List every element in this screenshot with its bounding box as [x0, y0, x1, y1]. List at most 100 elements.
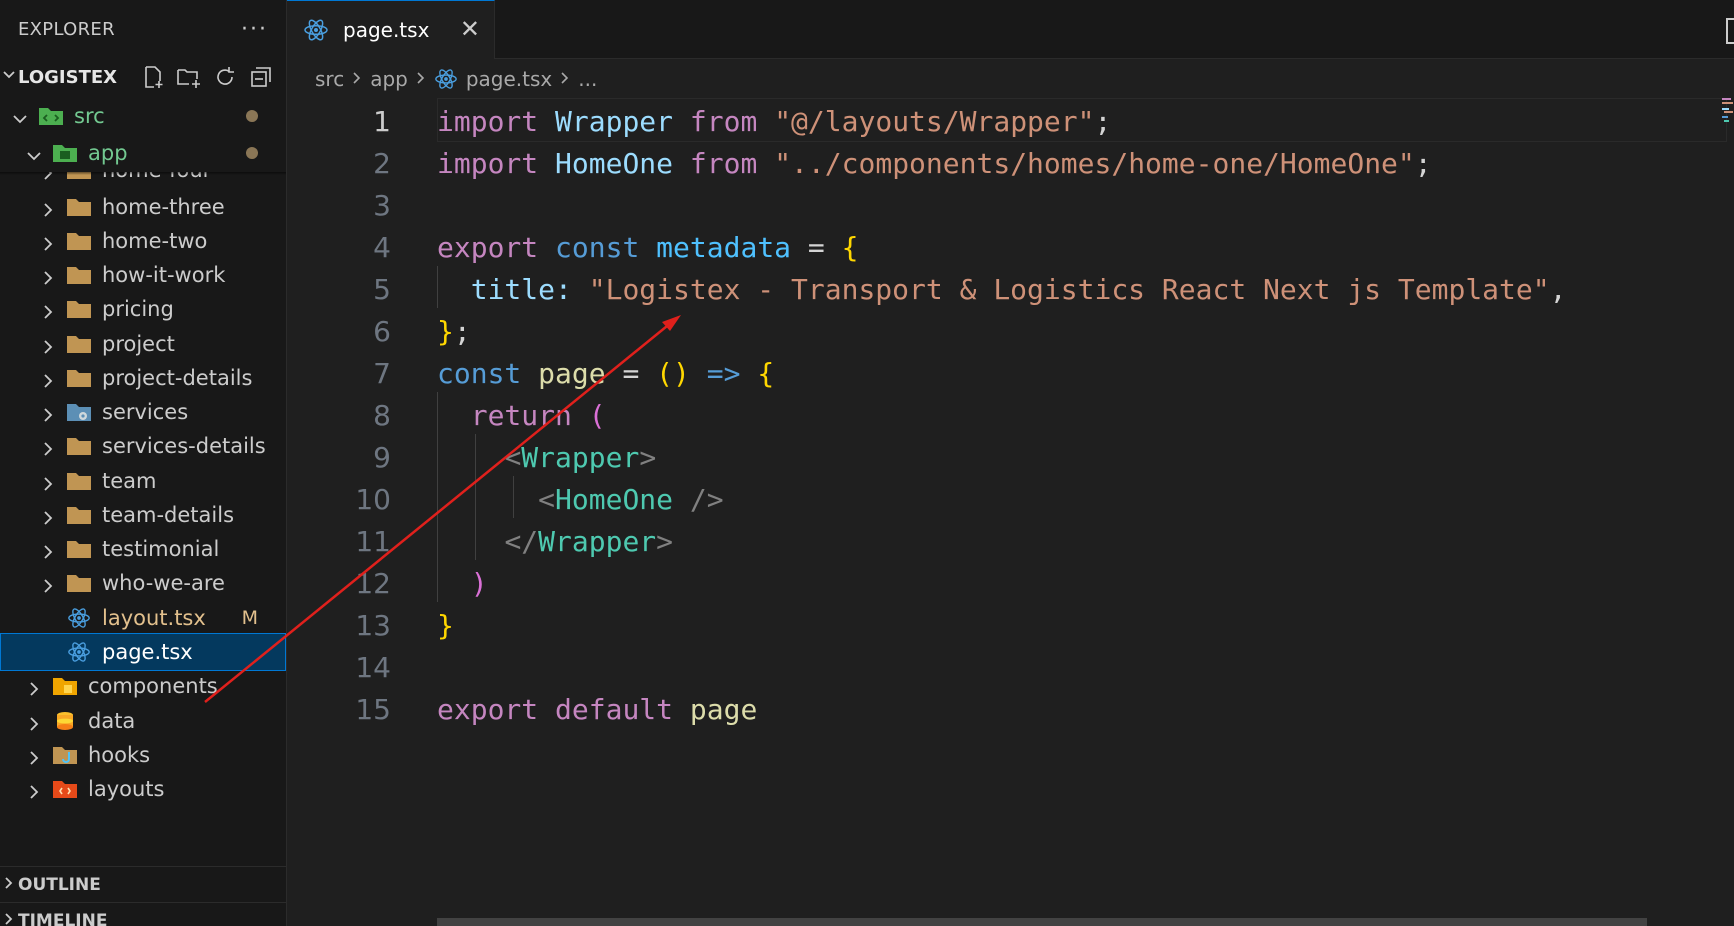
- tree-item-label: how-it-work: [102, 263, 226, 287]
- code-line-2: import HomeOne from "../components/homes…: [437, 146, 1432, 180]
- minimap[interactable]: [1722, 98, 1734, 128]
- folder-item[interactable]: who-we-are: [0, 564, 286, 602]
- more-actions-icon[interactable]: ···: [241, 17, 268, 42]
- folder-item[interactable]: pricing: [0, 290, 286, 328]
- folder-src-icon: [38, 104, 64, 128]
- folder-icon: [66, 503, 92, 527]
- folder-item[interactable]: project-details: [0, 359, 286, 397]
- chevron-right-icon: [26, 713, 42, 731]
- folder-layouts-icon: [52, 777, 78, 801]
- folder-icon: [66, 332, 92, 356]
- code-line-15: export default page: [437, 692, 758, 726]
- tree-item-label: home-two: [102, 229, 208, 253]
- folder-item[interactable]: team-details: [0, 496, 286, 534]
- close-icon[interactable]: ✕: [460, 15, 480, 43]
- tree-item-label: src: [74, 104, 105, 128]
- folder-item[interactable]: services: [0, 393, 286, 431]
- file-item[interactable]: layout.tsx M: [0, 599, 286, 637]
- tree-item-label: team-details: [102, 503, 235, 527]
- code-line-1: import Wrapper from "@/layouts/Wrapper";: [437, 104, 1112, 138]
- folder-item[interactable]: layouts: [0, 770, 286, 808]
- tree-item-label: data: [88, 709, 136, 733]
- breadcrumb-app[interactable]: app: [370, 67, 408, 91]
- chevron-right-icon: [40, 336, 56, 354]
- chevron-right-icon: [40, 473, 56, 491]
- code-line-11: </Wrapper>: [504, 524, 674, 558]
- folder-item[interactable]: how-it-work: [0, 256, 286, 294]
- tree-item-label: testimonial: [102, 537, 220, 561]
- folder-item[interactable]: home-three: [0, 188, 286, 226]
- code-line-10: <HomeOne />: [538, 482, 724, 516]
- code-line-13: }: [437, 608, 454, 642]
- indent-guide: [513, 476, 514, 518]
- folder-item[interactable]: components: [0, 667, 286, 705]
- tree-item-label: hooks: [88, 743, 151, 767]
- explorer-toolbar: [140, 64, 286, 90]
- collapse-all-icon[interactable]: [248, 64, 274, 90]
- chevron-right-icon: [40, 370, 56, 388]
- folder-app-icon: [52, 141, 78, 165]
- line-number: 3: [287, 182, 1734, 228]
- tree-item-label: team: [102, 469, 157, 493]
- code-line-8: return (: [470, 398, 606, 432]
- tree-item-label: app: [88, 141, 128, 165]
- tree-item-label: who-we-are: [102, 571, 225, 595]
- code-line-12: ): [470, 566, 488, 600]
- indent-guide: [437, 392, 438, 602]
- chevron-right-icon: [40, 404, 56, 422]
- chevron-right-icon: [40, 267, 56, 285]
- project-header[interactable]: LOGISTEX: [0, 58, 286, 96]
- tree-item-label: project: [102, 332, 175, 356]
- new-folder-icon[interactable]: [176, 64, 202, 90]
- folder-icon: [66, 537, 92, 561]
- modified-dot-icon: [246, 147, 258, 159]
- chevron-right-icon: [26, 747, 42, 765]
- folder-hooks-icon: [52, 743, 78, 767]
- chevron-right-icon: [26, 678, 42, 696]
- folder-item[interactable]: src: [0, 97, 286, 135]
- folder-item[interactable]: home-two: [0, 222, 286, 260]
- folder-item[interactable]: services-details: [0, 427, 286, 465]
- folder-item[interactable]: testimonial: [0, 530, 286, 568]
- folder-icon: [66, 263, 92, 287]
- outline-label: OUTLINE: [18, 875, 101, 895]
- react-icon: [434, 67, 458, 91]
- outline-panel-header[interactable]: OUTLINE: [0, 866, 286, 903]
- code-line-9: <Wrapper>: [504, 440, 657, 474]
- file-tree: srcapphome-fourhome-threehome-twohow-it-…: [0, 97, 286, 867]
- timeline-label: TIMELINE: [18, 911, 108, 926]
- chevron-right-icon: [40, 507, 56, 525]
- horizontal-scrollbar[interactable]: [437, 918, 1647, 926]
- tab-label: page.tsx: [343, 18, 430, 42]
- file-item[interactable]: page.tsx: [0, 633, 286, 671]
- code-line-5: title: "Logistex - Transport & Logistics…: [470, 272, 1567, 306]
- tree-item-label: layouts: [88, 777, 165, 801]
- folder-icon: [66, 195, 92, 219]
- tree-item-label: pricing: [102, 297, 174, 321]
- chevron-right-icon: [0, 876, 18, 894]
- refresh-icon[interactable]: [212, 64, 238, 90]
- new-file-icon[interactable]: [140, 64, 166, 90]
- folder-item[interactable]: hooks: [0, 736, 286, 774]
- chevron-right-icon: [40, 438, 56, 456]
- code-line-4: export const metadata = {: [437, 230, 859, 264]
- folder-item[interactable]: app: [0, 134, 286, 172]
- react-icon: [66, 640, 92, 664]
- explorer-header: EXPLORER ···: [0, 0, 286, 58]
- breadcrumb-more[interactable]: ...: [578, 67, 597, 91]
- indent-guide: [475, 434, 476, 560]
- folder-item[interactable]: project: [0, 325, 286, 363]
- folder-item[interactable]: team: [0, 462, 286, 500]
- tree-item-label: layout.tsx: [102, 606, 206, 630]
- tree-item-label: home-three: [102, 195, 225, 219]
- chevron-right-icon: [40, 575, 56, 593]
- timeline-panel-header[interactable]: TIMELINE: [0, 902, 286, 926]
- breadcrumb-file[interactable]: page.tsx: [466, 67, 552, 91]
- folder-item[interactable]: data: [0, 702, 286, 740]
- breadcrumb-src[interactable]: src: [315, 67, 344, 91]
- layout-icon[interactable]: [1726, 18, 1734, 44]
- chevron-down-icon: [12, 108, 28, 124]
- tree-item-label: project-details: [102, 366, 253, 390]
- tab-page-tsx[interactable]: page.tsx ✕: [287, 0, 495, 59]
- chevron-right-icon: [40, 233, 56, 251]
